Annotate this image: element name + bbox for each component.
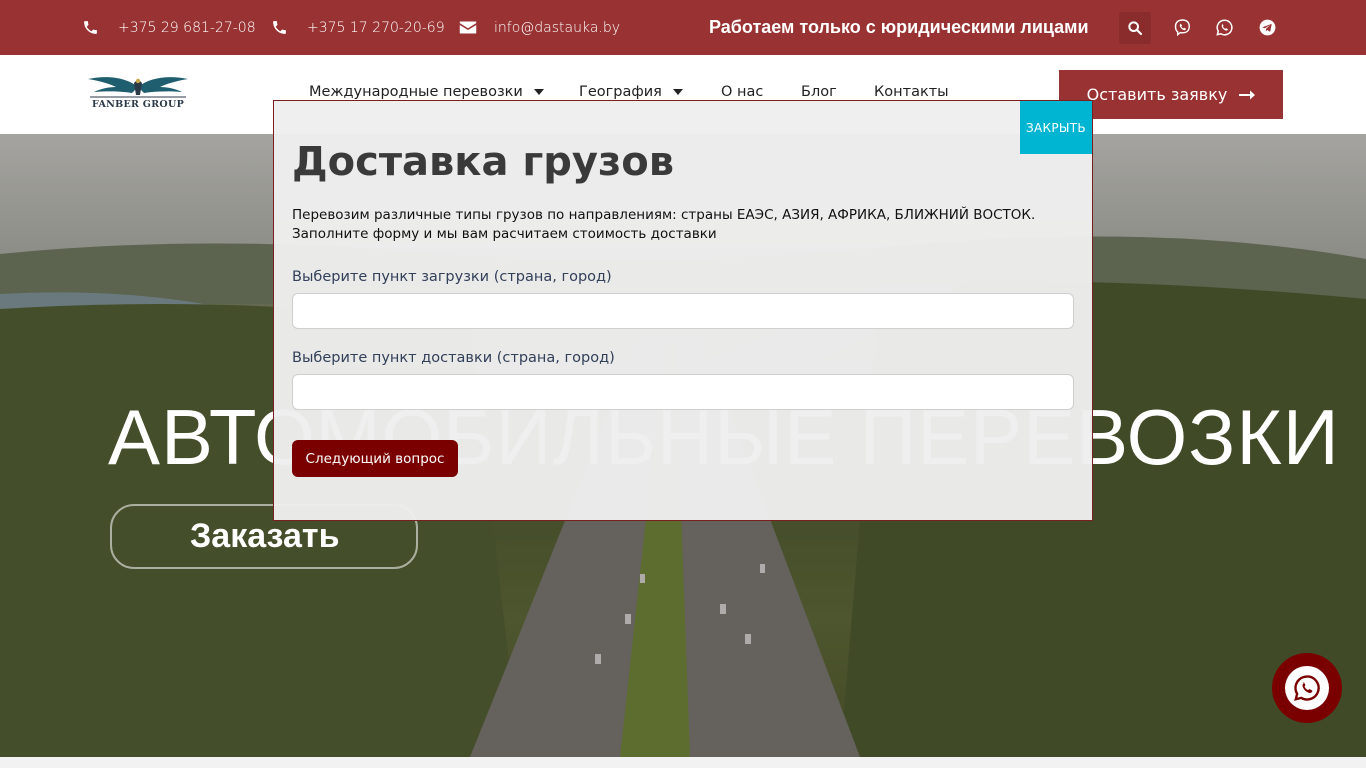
search-icon — [1128, 21, 1143, 36]
telegram-icon — [1259, 19, 1275, 35]
nav-blog[interactable]: Блог — [801, 84, 837, 100]
logo-text: FANBER GROUP — [91, 99, 185, 110]
nav-about[interactable]: О нас — [721, 84, 763, 100]
logo[interactable]: FANBER GROUP — [86, 73, 190, 115]
phone-2-text: +375 17 270-20-69 — [307, 19, 445, 36]
nav-international-transport[interactable]: Международные перевозки — [309, 84, 544, 100]
description-line: Перевозим различные типы грузов по напра… — [292, 207, 1036, 223]
phone-link-2[interactable]: +375 17 270-20-69 — [271, 0, 445, 55]
phone-icon — [273, 21, 286, 34]
nav-label: Блог — [801, 84, 837, 100]
phone-icon — [84, 21, 97, 34]
whatsapp-link[interactable] — [1214, 17, 1234, 37]
eagle-logo-icon — [88, 77, 188, 98]
caret-down-icon — [533, 89, 544, 95]
viber-link[interactable] — [1172, 17, 1192, 37]
phone-link-1[interactable]: +375 29 681-27-08 — [82, 0, 256, 55]
envelope-icon — [459, 21, 477, 34]
whatsapp-icon — [1215, 18, 1233, 36]
nav-label: О нас — [721, 84, 764, 100]
whatsapp-icon — [1294, 675, 1320, 701]
description-line: Заполните форму и мы вам расчитаем стоим… — [292, 226, 717, 242]
close-modal-button[interactable]: ЗАКРЫТЬ — [1020, 101, 1092, 154]
modal-title: Доставка грузов — [292, 139, 675, 185]
nav-label: География — [579, 84, 662, 100]
next-question-button[interactable]: Следующий вопрос — [292, 440, 458, 477]
nav-label: Контакты — [874, 84, 949, 100]
phone-1-text: +375 29 681-27-08 — [118, 19, 256, 36]
loading-point-input[interactable] — [292, 293, 1074, 329]
nav-contacts[interactable]: Контакты — [874, 84, 949, 100]
email-link[interactable]: info@dastauka.by — [459, 0, 620, 55]
cta-label: Оставить заявку — [1086, 85, 1228, 104]
search-button[interactable] — [1119, 12, 1151, 44]
delivery-point-input[interactable] — [292, 374, 1074, 410]
legal-entities-notice: Работаем только с юридическими лицами — [709, 17, 1089, 37]
nav-label: Международные перевозки — [309, 84, 523, 100]
caret-down-icon — [672, 89, 683, 95]
nav-geography[interactable]: География — [579, 84, 683, 100]
whatsapp-badge — [1285, 666, 1329, 710]
delivery-point-label: Выберите пункт доставки (страна, город) — [292, 350, 615, 366]
cargo-quote-modal: ЗАКРЫТЬ Доставка грузов Перевозим различ… — [273, 100, 1093, 521]
modal-description: Перевозим различные типы грузов по напра… — [292, 206, 1052, 244]
viber-icon — [1174, 18, 1190, 36]
page-bottom-strip — [0, 757, 1366, 768]
arrow-right-icon — [1239, 90, 1256, 99]
email-text: info@dastauka.by — [494, 19, 621, 36]
whatsapp-chat-button[interactable] — [1272, 653, 1342, 723]
telegram-link[interactable] — [1257, 17, 1277, 37]
top-bar: +375 29 681-27-08 +375 17 270-20-69 info… — [0, 0, 1366, 55]
loading-point-label: Выберите пункт загрузки (страна, город) — [292, 269, 612, 285]
